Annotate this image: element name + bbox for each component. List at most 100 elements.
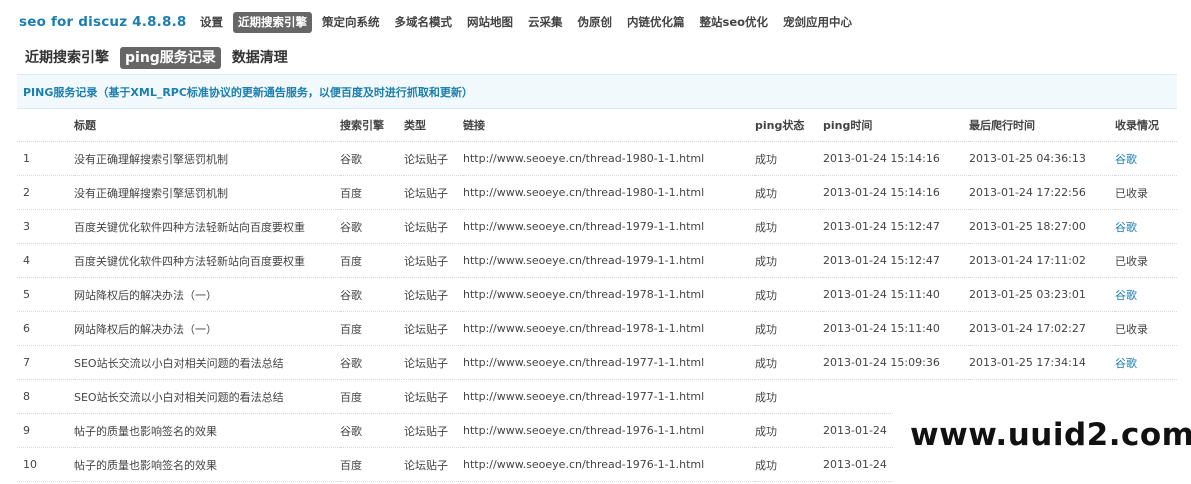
row-index: 2 (17, 175, 74, 210)
top-bar: seo for discuz 4.8.8.8 设置 近期搜索引擎 策定向系统 多域名模… (0, 0, 1191, 44)
row-crawl-time: 2013-01-24 17:22:56 (969, 175, 1115, 210)
row-crawl-time: 2013-01-25 17:34:14 (969, 345, 1115, 380)
row-type: 论坛贴子 (404, 379, 463, 414)
row-ping-time: 2013-01-24 15:11:40 (823, 277, 969, 312)
info-text: PING服务记录（基于XML_RPC标准协议的更新通告服务，以便百度及时进行抓取… (23, 86, 473, 99)
watermark-text: www.uuid2.com (906, 417, 1191, 453)
row-title: 帖子的质量也影响签名的效果 (74, 447, 340, 482)
row-index: 5 (17, 277, 74, 312)
row-recorded: 谷歌 (1115, 345, 1177, 380)
row-recorded: 谷歌 (1115, 209, 1177, 244)
info-banner: PING服务记录（基于XML_RPC标准协议的更新通告服务，以便百度及时进行抓取… (17, 74, 1177, 109)
row-status: 成功 (755, 243, 823, 278)
row-engine: 百度 (340, 175, 404, 210)
row-link[interactable]: http://www.seoeye.cn/thread-1977-1-1.htm… (463, 379, 755, 414)
sub-nav: 近期搜索引擎 ping服务记录 数据清理 (20, 47, 299, 69)
row-link[interactable]: http://www.seoeye.cn/thread-1978-1-1.htm… (463, 311, 755, 346)
row-status: 成功 (755, 141, 823, 176)
row-link[interactable]: http://www.seoeye.cn/thread-1976-1-1.htm… (463, 447, 755, 482)
row-engine: 谷歌 (340, 209, 404, 244)
table-row: 7 SEO站长交流以小白对相关问题的看法总结 谷歌 论坛贴子 http://www.se… (17, 345, 1177, 380)
col-header-crawl-time: 最后爬行时间 (969, 108, 1115, 142)
row-engine: 百度 (340, 447, 404, 482)
row-link[interactable]: http://www.seoeye.cn/thread-1979-1-1.htm… (463, 243, 755, 278)
row-ping-time: 2013-01-24 15:09:36 (823, 345, 969, 380)
row-type: 论坛贴子 (404, 243, 463, 278)
table-row: 3 百度关键优化软件四种方法轻新站向百度要权重 谷歌 论坛贴子 http://www.s… (17, 209, 1177, 244)
row-type: 论坛贴子 (404, 277, 463, 312)
col-header-title: 标题 (74, 108, 340, 142)
row-type: 论坛贴子 (404, 413, 463, 448)
row-title: 网站降权后的解决办法（一） (74, 311, 340, 346)
row-ping-time: 2013-01-24 15:14:16 (823, 175, 969, 210)
top-nav-item[interactable]: 整站seo优化 (695, 12, 774, 33)
top-nav-item[interactable]: 多域名模式 (390, 12, 458, 33)
row-crawl-time: 2013-01-24 17:11:02 (969, 243, 1115, 278)
sub-nav-tab[interactable]: ping服务记录 (120, 47, 221, 69)
table-row: 2 没有正确理解搜索引擎惩罚机制 百度 论坛贴子 http://www.seoeye.c… (17, 175, 1177, 210)
recorded-status: 已收录 (1115, 186, 1148, 200)
row-link[interactable]: http://www.seoeye.cn/thread-1980-1-1.htm… (463, 141, 755, 176)
col-header-link: 链接 (463, 108, 755, 142)
row-link[interactable]: http://www.seoeye.cn/thread-1979-1-1.htm… (463, 209, 755, 244)
top-nav-item[interactable]: 近期搜索引擎 (233, 12, 312, 33)
row-index: 4 (17, 243, 74, 278)
row-index: 10 (17, 447, 74, 482)
col-header-index (17, 108, 74, 142)
recorded-link[interactable]: 谷歌 (1115, 153, 1137, 166)
recorded-link[interactable]: 谷歌 (1115, 221, 1137, 234)
row-link[interactable]: http://www.seoeye.cn/thread-1978-1-1.htm… (463, 277, 755, 312)
row-type: 论坛贴子 (404, 345, 463, 380)
col-header-ping-time: ping时间 (823, 108, 969, 142)
row-recorded: 谷歌 (1115, 141, 1177, 176)
sub-nav-tab[interactable]: 近期搜索引擎 (20, 47, 114, 69)
recorded-status: 已收录 (1115, 322, 1148, 336)
row-recorded: 已收录 (1115, 311, 1177, 346)
col-header-status: ping状态 (755, 108, 823, 142)
top-nav-item[interactable]: 伪原创 (573, 12, 618, 33)
top-nav: 设置 近期搜索引擎 策定向系统 多域名模式 网站地图 云采集 伪原创 内链优化篇 整站seo优化… (195, 12, 862, 33)
row-index: 1 (17, 141, 74, 176)
row-link[interactable]: http://www.seoeye.cn/thread-1980-1-1.htm… (463, 175, 755, 210)
top-nav-item[interactable]: 云采集 (523, 12, 568, 33)
row-title: 没有正确理解搜索引擎惩罚机制 (74, 141, 340, 176)
row-link[interactable]: http://www.seoeye.cn/thread-1976-1-1.htm… (463, 413, 755, 448)
row-status: 成功 (755, 209, 823, 244)
row-title: 没有正确理解搜索引擎惩罚机制 (74, 175, 340, 210)
row-recorded: 已收录 (1115, 175, 1177, 210)
row-recorded: 已收录 (1115, 243, 1177, 278)
row-title: 帖子的质量也影响签名的效果 (74, 413, 340, 448)
table-row: 6 网站降权后的解决办法（一） 百度 论坛贴子 http://www.seoeye.cn… (17, 311, 1177, 346)
top-nav-item[interactable]: 网站地图 (462, 12, 518, 33)
row-type: 论坛贴子 (404, 175, 463, 210)
row-index: 9 (17, 413, 74, 448)
row-crawl-time: 2013-01-25 18:27:00 (969, 209, 1115, 244)
top-nav-item[interactable]: 策定向系统 (317, 12, 385, 33)
row-status: 成功 (755, 345, 823, 380)
row-status: 成功 (755, 413, 823, 448)
row-type: 论坛贴子 (404, 311, 463, 346)
row-engine: 谷歌 (340, 277, 404, 312)
recorded-link[interactable]: 谷歌 (1115, 289, 1137, 302)
row-crawl-time: 2013-01-24 17:02:27 (969, 311, 1115, 346)
top-nav-item[interactable]: 宠剑应用中心 (778, 12, 857, 33)
row-type: 论坛贴子 (404, 447, 463, 482)
row-engine: 百度 (340, 379, 404, 414)
row-ping-time: 2013-01-24 15:11:40 (823, 311, 969, 346)
row-status: 成功 (755, 379, 823, 414)
table-header-row: 标题 搜索引擎 类型 链接 ping状态 ping时间 最后爬行时间 收录情况 (17, 108, 1177, 142)
recorded-link[interactable]: 谷歌 (1115, 357, 1137, 370)
row-title: 网站降权后的解决办法（一） (74, 277, 340, 312)
row-status: 成功 (755, 447, 823, 482)
col-header-type: 类型 (404, 108, 463, 142)
table-row: 4 百度关键优化软件四种方法轻新站向百度要权重 百度 论坛贴子 http://www.s… (17, 243, 1177, 278)
row-recorded: 谷歌 (1115, 277, 1177, 312)
row-engine: 百度 (340, 311, 404, 346)
top-nav-item[interactable]: 内链优化篇 (622, 12, 690, 33)
top-nav-item[interactable]: 设置 (195, 12, 228, 33)
row-link[interactable]: http://www.seoeye.cn/thread-1977-1-1.htm… (463, 345, 755, 380)
row-ping-time: 2013-01-24 15:14:16 (823, 141, 969, 176)
row-title: 百度关键优化软件四种方法轻新站向百度要权重 (74, 209, 340, 244)
sub-nav-tab[interactable]: 数据清理 (227, 47, 293, 69)
app-title: seo for discuz 4.8.8.8 (19, 14, 187, 30)
